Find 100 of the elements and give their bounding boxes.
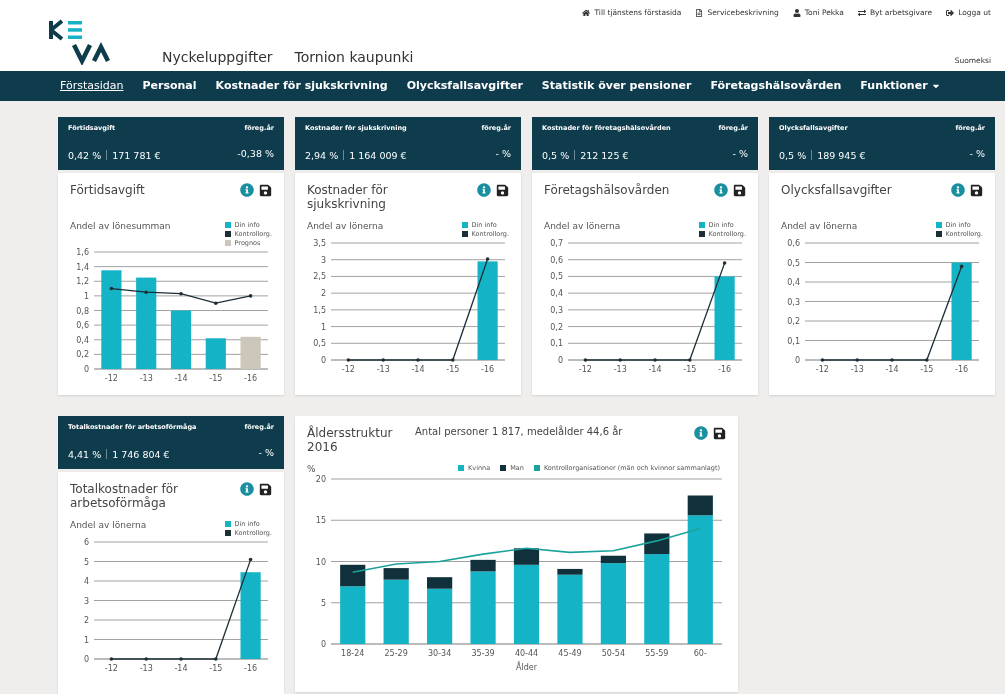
axis-label: 0,4: [787, 278, 800, 287]
axis-label: -12: [815, 365, 829, 374]
stat-value: 4,41 %: [68, 449, 102, 460]
nav-link[interactable]: Förstasidan: [60, 79, 124, 93]
axis-label: 0,6: [76, 321, 89, 331]
axis-label: 0,5: [787, 258, 800, 268]
save-icon[interactable]: [970, 183, 983, 197]
save-icon[interactable]: [259, 482, 272, 496]
axis-label: 40-44: [514, 649, 539, 658]
axis-label: 0,3: [550, 305, 563, 315]
axis-label: -16: [481, 365, 495, 374]
axis-label: 35-39: [471, 649, 495, 658]
axis-title: Andel av lönerna: [70, 520, 147, 530]
card-title: Förtidsavgift: [70, 183, 145, 197]
axis-label: 20: [315, 475, 326, 484]
axis-label: -12: [104, 374, 118, 383]
stat-value: 0,5 %: [779, 150, 807, 161]
axis-label: 0,2: [550, 322, 563, 332]
axis-title: Andel av lönerna: [307, 221, 384, 231]
axis-title: %: [307, 464, 316, 474]
axis-label: -13: [850, 365, 864, 374]
axis-label: 1,4: [76, 262, 89, 272]
axis-label: 25-29: [384, 649, 408, 658]
axis-label: 0: [320, 640, 326, 649]
axis-label: -12: [104, 664, 118, 673]
axis-label: 18-24: [341, 649, 365, 658]
nav-link[interactable]: Personal: [142, 79, 197, 93]
axis-label: 0: [320, 356, 326, 365]
axis-label: 0,5: [550, 272, 563, 282]
axis-label: -14: [885, 365, 899, 374]
stat-value: - %: [258, 447, 274, 458]
stat-value: - %: [495, 148, 511, 159]
nav-link[interactable]: Statistik över pensioner: [541, 79, 692, 93]
info-icon[interactable]: [714, 183, 728, 197]
card-title: Kostnader för sjukskrivning: [307, 183, 389, 211]
axis-label: 3: [320, 255, 326, 265]
axis-label: 0,1: [550, 339, 563, 349]
axis-label: 2: [83, 616, 89, 625]
axis-label: 6: [83, 538, 89, 547]
axis-label: -16: [244, 664, 258, 673]
axis-label: -15: [446, 365, 460, 374]
stat-value: -0,38 %: [237, 148, 274, 159]
card-title: Åldersstruktur 2016: [307, 426, 394, 454]
card-title: Totalkostnader för arbetsoförmåga: [70, 482, 180, 510]
axis-label: 0: [794, 356, 800, 365]
axis-label: -13: [139, 664, 153, 673]
axis-label: 0,6: [787, 239, 800, 248]
axis-title: Andel av lönesumman: [70, 221, 171, 231]
save-icon[interactable]: [713, 426, 726, 440]
stat-value: 212 125 €: [580, 150, 629, 161]
axis-label: -14: [174, 664, 188, 673]
axis-label: -14: [411, 365, 425, 374]
info-icon[interactable]: [694, 426, 708, 440]
save-icon[interactable]: [259, 183, 272, 197]
info-icon[interactable]: [477, 183, 491, 197]
logout-icon: [946, 8, 955, 17]
axis-label: -15: [209, 664, 223, 673]
info-icon[interactable]: [240, 482, 254, 496]
app-title: Nyckeluppgifter: [162, 48, 273, 65]
axis-label: -13: [139, 374, 153, 383]
axis-label: -12: [578, 365, 592, 374]
info-icon[interactable]: [951, 183, 965, 197]
axis-label: -13: [376, 365, 390, 374]
swap-arrows-icon: [857, 8, 866, 17]
info-icon[interactable]: [240, 183, 254, 197]
axis-label: 1: [320, 322, 326, 332]
card-title: Olycksfallsavgifter: [781, 183, 892, 197]
save-icon[interactable]: [496, 183, 509, 197]
axis-label: -13: [613, 365, 627, 374]
axis-label: 0,8: [76, 306, 89, 316]
axis-label: 0: [557, 356, 563, 365]
user-icon: [792, 8, 801, 17]
stat-value: 0,5 %: [542, 150, 570, 161]
axis-title: Andel av lönerna: [544, 221, 621, 231]
organization-name: Tornion kaupunki: [294, 48, 414, 65]
document-icon: [695, 8, 704, 17]
axis-label: 0,4: [76, 335, 89, 345]
axis-label: 1,5: [313, 305, 326, 315]
axis-label: 60-: [693, 649, 707, 658]
axis-label: 1: [83, 291, 89, 301]
nav-link[interactable]: Kostnader för sjukskrivning: [215, 79, 388, 93]
stat-value: 189 945 €: [817, 150, 866, 161]
nav-link[interactable]: Funktioner: [860, 79, 941, 93]
axis-label: 5: [320, 598, 326, 608]
nav-link[interactable]: Olycksfallsavgifter: [406, 79, 523, 93]
axis-label: -16: [244, 374, 258, 383]
axis-label: 50-54: [601, 649, 625, 658]
axis-label: -16: [718, 365, 732, 374]
home-icon: [582, 8, 591, 17]
axis-label: 3,5: [313, 239, 326, 248]
axis-label: 2: [320, 289, 326, 299]
axis-label: 0,3: [787, 297, 800, 307]
axis-label: 0,4: [550, 289, 563, 299]
axis-label: 30-34: [428, 649, 452, 658]
axis-label: 0,2: [787, 317, 800, 326]
axis-label: -16: [955, 365, 969, 374]
axis-label: 10: [315, 557, 326, 567]
axis-label: 1: [83, 635, 89, 645]
nav-link[interactable]: Företagshälsovården: [710, 79, 842, 93]
save-icon[interactable]: [733, 183, 746, 197]
